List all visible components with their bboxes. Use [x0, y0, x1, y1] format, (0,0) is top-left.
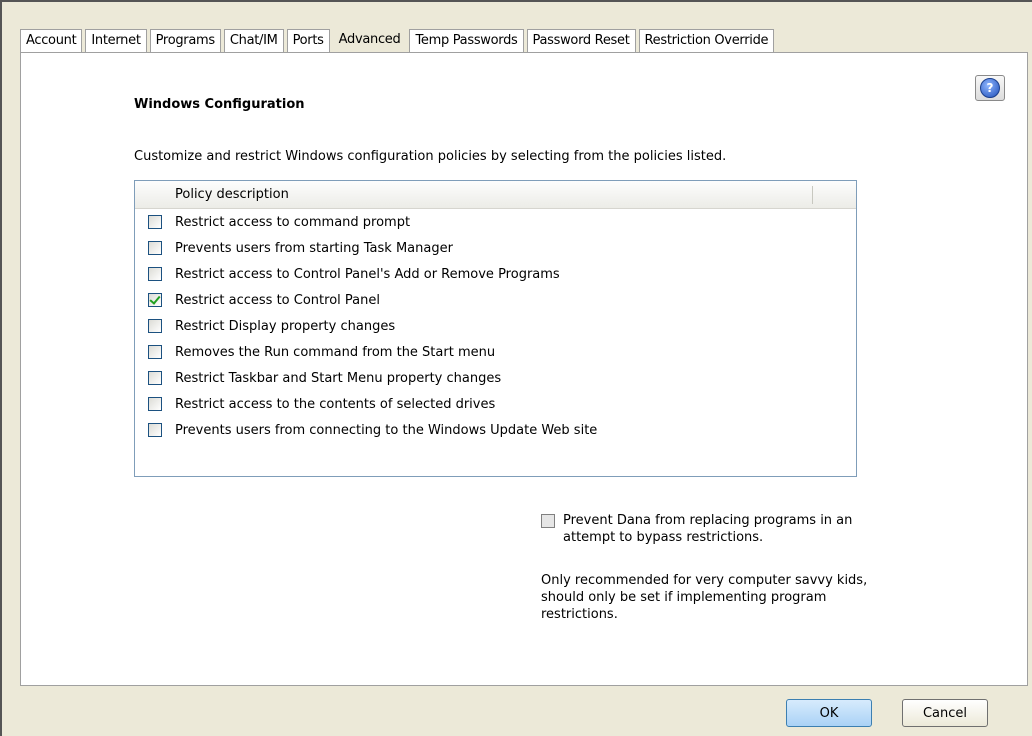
- policy-row[interactable]: Removes the Run command from the Start m…: [135, 339, 856, 365]
- help-button[interactable]: ?: [975, 75, 1005, 101]
- policy-label: Prevents users from connecting to the Wi…: [175, 422, 598, 438]
- prevent-replacing-checkbox[interactable]: [541, 514, 555, 528]
- policy-row[interactable]: Prevents users from starting Task Manage…: [135, 235, 856, 261]
- tab-advanced[interactable]: Advanced: [333, 28, 407, 52]
- policy-checkbox[interactable]: [148, 293, 162, 307]
- tab-account[interactable]: Account: [20, 29, 83, 52]
- policy-row[interactable]: Restrict access to Control Panel's Add o…: [135, 261, 856, 287]
- policy-checkbox[interactable]: [148, 345, 162, 359]
- policy-row[interactable]: Restrict Taskbar and Start Menu property…: [135, 365, 856, 391]
- policy-checkbox[interactable]: [148, 215, 162, 229]
- prevent-replacing-label: Prevent Dana from replacing programs in …: [563, 513, 853, 545]
- policy-label: Prevents users from starting Task Manage…: [175, 240, 453, 256]
- ok-button[interactable]: OK: [786, 699, 872, 727]
- policy-label: Restrict access to Control Panel's Add o…: [175, 266, 560, 282]
- tab-ports[interactable]: Ports: [286, 29, 330, 52]
- policy-checkbox[interactable]: [148, 267, 162, 281]
- cancel-button[interactable]: Cancel: [902, 699, 988, 727]
- tab-strip: Account Internet Programs Chat/IM Ports …: [20, 28, 777, 52]
- section-title: Windows Configuration: [134, 97, 305, 112]
- tab-restriction-override[interactable]: Restriction Override: [638, 29, 775, 52]
- policy-checkbox[interactable]: [148, 423, 162, 437]
- section-description: Customize and restrict Windows configura…: [134, 149, 727, 164]
- help-question-icon: ?: [980, 78, 1000, 98]
- policy-label: Restrict access to command prompt: [175, 214, 411, 230]
- policy-label: Restrict Taskbar and Start Menu property…: [175, 370, 502, 386]
- policy-checkbox[interactable]: [148, 241, 162, 255]
- tab-programs[interactable]: Programs: [149, 29, 221, 52]
- policy-label: Restrict access to Control Panel: [175, 292, 380, 308]
- policy-list-header[interactable]: Policy description: [135, 181, 856, 209]
- column-separator[interactable]: [812, 186, 813, 204]
- policy-checkbox[interactable]: [148, 397, 162, 411]
- policy-label: Restrict Display property changes: [175, 318, 396, 334]
- policy-label: Removes the Run command from the Start m…: [175, 344, 496, 360]
- policy-row[interactable]: Restrict access to the contents of selec…: [135, 391, 856, 417]
- policy-label: Restrict access to the contents of selec…: [175, 396, 496, 412]
- tab-internet[interactable]: Internet: [85, 29, 147, 52]
- policy-row[interactable]: Restrict access to Control Panel: [135, 287, 856, 313]
- policy-checkbox[interactable]: [148, 319, 162, 333]
- policy-row[interactable]: Restrict access to command prompt: [135, 209, 856, 235]
- tab-chat-im[interactable]: Chat/IM: [223, 29, 284, 52]
- policy-checkbox[interactable]: [148, 371, 162, 385]
- tab-temp-passwords[interactable]: Temp Passwords: [409, 29, 524, 52]
- policy-description-column-header: Policy description: [175, 187, 289, 202]
- policy-row[interactable]: Restrict Display property changes: [135, 313, 856, 339]
- policy-row[interactable]: Prevents users from connecting to the Wi…: [135, 417, 856, 443]
- prevent-replacing-option[interactable]: Prevent Dana from replacing programs in …: [541, 512, 903, 546]
- tab-password-reset[interactable]: Password Reset: [526, 29, 636, 52]
- policy-list: Policy description Restrict access to co…: [134, 180, 857, 477]
- recommendation-note: Only recommended for very computer savvy…: [541, 573, 868, 622]
